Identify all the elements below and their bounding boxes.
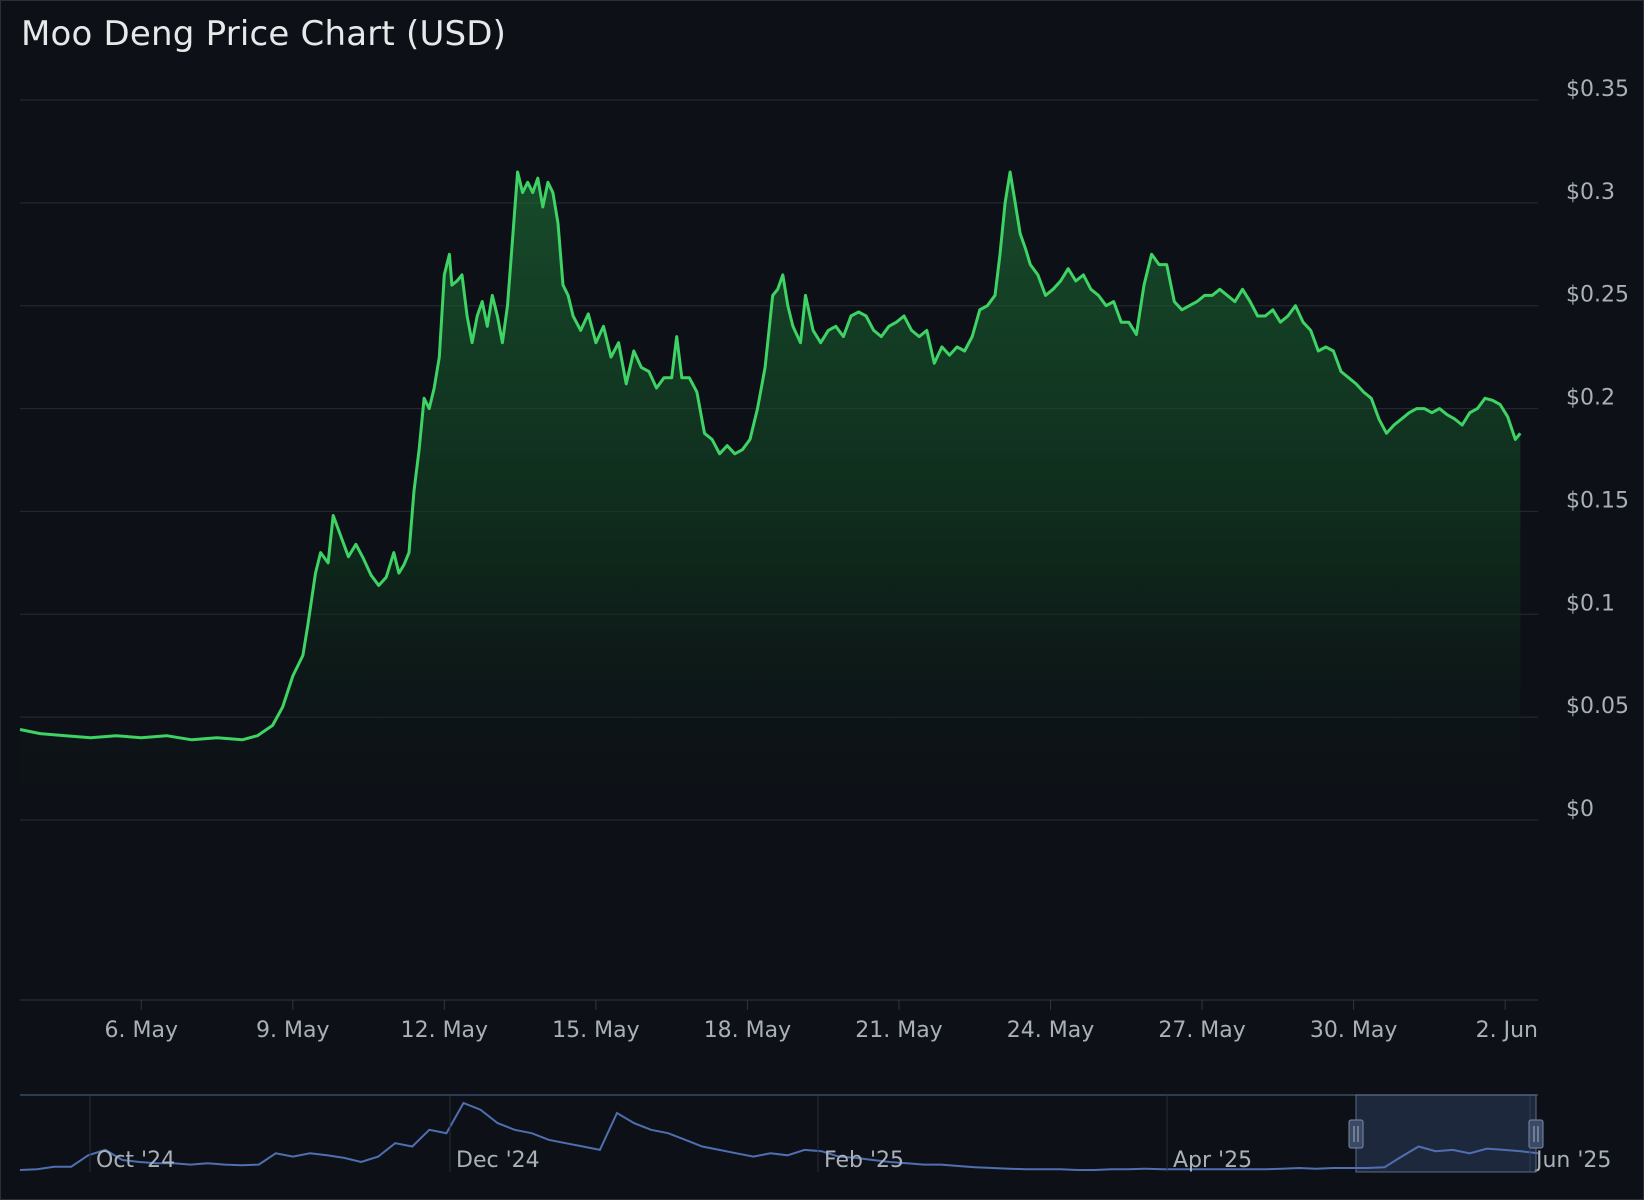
x-tick-label: 21. May [855, 1018, 942, 1043]
y-tick-label: $0.2 [1566, 386, 1615, 411]
navigator-selection[interactable] [1355, 1094, 1537, 1173]
navigator-label: Jun '25 [1534, 1148, 1611, 1173]
navigator-handle[interactable] [1348, 1119, 1364, 1149]
x-tick-label: 12. May [401, 1018, 488, 1043]
x-tick-label: 6. May [105, 1018, 178, 1043]
navigator-handle[interactable] [1528, 1119, 1544, 1149]
y-tick-label: $0 [1566, 797, 1594, 822]
x-tick-label: 27. May [1158, 1018, 1245, 1043]
y-tick-label: $0.3 [1566, 180, 1615, 205]
x-tick-label: 30. May [1310, 1018, 1397, 1043]
y-axis: $0 $0.05 $0.1 $0.15 $0.2 $0.25 $0.3 $0.35 [1566, 77, 1629, 822]
x-axis: 6. May 9. May 12. May 15. May 18. May 21. May… [105, 1000, 1538, 1043]
navigator[interactable]: Oct '24 Dec '24 Feb '25 Apr '25 Jun '25 [19, 1094, 1611, 1173]
navigator-line [19, 1101, 1539, 1171]
x-tick-label: 18. May [704, 1018, 791, 1043]
y-tick-label: $0.35 [1566, 77, 1629, 102]
y-tick-label: $0.25 [1566, 283, 1629, 308]
navigator-label: Dec '24 [456, 1148, 540, 1173]
y-tick-label: $0.05 [1566, 694, 1629, 719]
price-area-fill [20, 172, 1521, 820]
navigator-label: Apr '25 [1173, 1148, 1252, 1173]
x-tick-label: 9. May [256, 1018, 329, 1043]
navigator-label: Oct '24 [96, 1148, 175, 1173]
price-chart: $0 $0.05 $0.1 $0.15 $0.2 $0.25 $0.3 $0.35 6. Ma… [19, 77, 1629, 1173]
x-tick-label: 15. May [552, 1018, 639, 1043]
navigator-label: Feb '25 [824, 1148, 904, 1173]
x-tick-label: 2. Jun [1476, 1018, 1538, 1043]
y-tick-label: $0.1 [1566, 591, 1615, 616]
plot-area [19, 170, 1522, 820]
x-tick-label: 24. May [1007, 1018, 1094, 1043]
y-tick-label: $0.15 [1566, 488, 1629, 513]
